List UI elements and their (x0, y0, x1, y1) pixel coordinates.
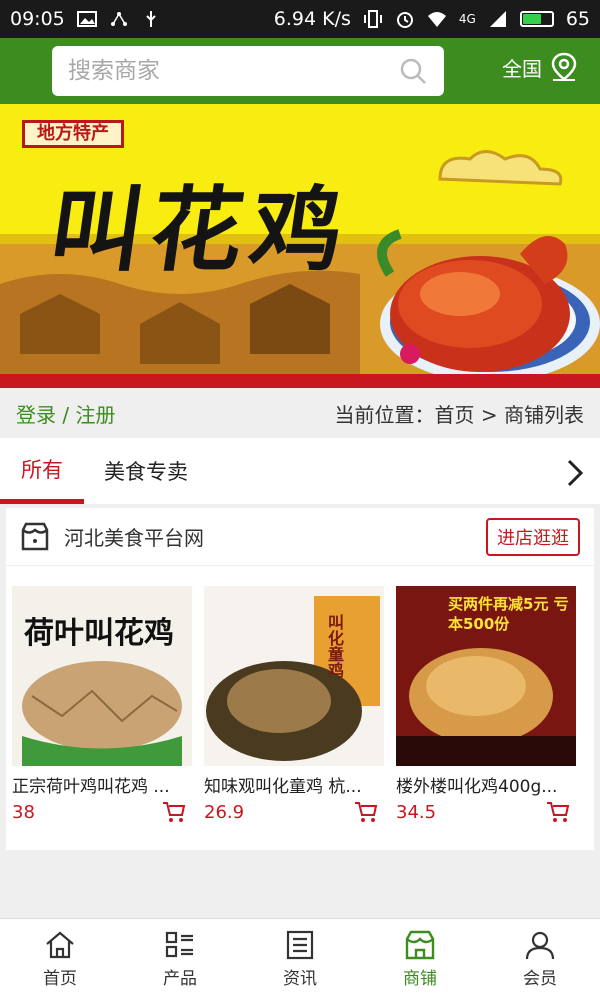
battery-level: 65 (565, 8, 590, 30)
product-card[interactable]: 叫化童鸡 知味观叫化童鸡 杭... 26.9 (204, 586, 384, 823)
wifi-icon (427, 12, 446, 27)
product-title[interactable]: 知味观叫化童鸡 杭... (204, 772, 384, 797)
product-title[interactable]: 楼外楼叫化鸡400g... (396, 772, 576, 797)
network-type: 4G (458, 12, 476, 26)
product-image[interactable]: 荷叶叫花鸡 (12, 586, 192, 766)
network-speed: 6.94 K/s (273, 8, 351, 30)
cart-icon[interactable] (162, 801, 186, 823)
product-price: 26.9 (204, 801, 245, 823)
shop-icon (405, 930, 435, 960)
status-time: 09:05 (10, 8, 65, 30)
share-notification-icon (110, 12, 127, 26)
product-card[interactable]: 荷叶叫花鸡 正宗荷叶鸡叫花鸡 ... 38 (12, 586, 192, 823)
alarm-icon (396, 12, 413, 28)
cart-icon[interactable] (354, 801, 378, 823)
vibrate-icon (363, 10, 382, 28)
promo-banner[interactable]: 地方特产 叫花鸡 (0, 104, 600, 388)
tabbar-shops[interactable]: 商铺 (360, 919, 480, 1000)
tab-food-store[interactable]: 美食专卖 (104, 438, 188, 504)
category-tabs: 所有 美食专卖 (0, 438, 600, 504)
search-box[interactable] (52, 46, 444, 96)
product-image-text: 荷叶叫花鸡 (24, 616, 174, 651)
tabbar-products[interactable]: 产品 (120, 919, 240, 1000)
home-icon (46, 931, 74, 959)
login-register-link[interactable]: 登录 / 注册 (16, 399, 115, 428)
shop-name[interactable]: 河北美食平台网 (64, 522, 204, 551)
image-notification-icon (76, 11, 97, 27)
banner-tag: 地方特产 (22, 120, 124, 148)
tabbar-label: 首页 (43, 969, 77, 989)
tabbar-news[interactable]: 资讯 (240, 919, 360, 1000)
product-price: 38 (12, 801, 35, 823)
tabbar-member[interactable]: 会员 (480, 919, 600, 1000)
roast-chicken-image (377, 229, 570, 372)
tabbar-home[interactable]: 首页 (0, 919, 120, 1000)
search-icon[interactable] (398, 56, 428, 86)
location-pin-icon (551, 52, 577, 81)
tabbar-label: 资讯 (283, 969, 317, 989)
battery-icon (519, 11, 554, 27)
region-selector[interactable]: 全国 (502, 52, 578, 82)
shop-header: 河北美食平台网 进店逛逛 (6, 508, 594, 566)
product-image[interactable]: 叫化童鸡 (204, 586, 384, 766)
region-label: 全国 (502, 56, 542, 81)
product-price: 34.5 (396, 801, 437, 823)
chevron-right-icon[interactable] (564, 458, 586, 488)
bottom-tab-bar: 首页 产品 资讯 商铺 会员 (0, 918, 600, 1000)
signal-icon (489, 11, 506, 27)
location-row: 登录 / 注册 当前位置：首页 > 商铺列表 (0, 388, 600, 438)
tabbar-label: 商铺 (403, 969, 437, 989)
product-list: 荷叶叫花鸡 正宗荷叶鸡叫花鸡 ... 38 叫化童鸡 知味观叫化童鸡 杭... … (6, 566, 594, 823)
shop-card: 河北美食平台网 进店逛逛 荷叶叫花鸡 正宗荷叶鸡叫花鸡 ... 38 叫化童鸡 … (6, 508, 594, 850)
top-header: 全国 (0, 38, 600, 104)
enter-shop-button[interactable]: 进店逛逛 (486, 517, 580, 556)
news-icon (286, 930, 314, 960)
product-image-text: 叫化童鸡 (325, 614, 344, 678)
product-grid-icon (165, 931, 193, 958)
product-image-text: 买两件再减5元 亏本500份 (448, 595, 569, 633)
member-icon (525, 931, 555, 960)
cart-icon[interactable] (546, 801, 570, 823)
search-input[interactable] (68, 58, 398, 84)
tabbar-label: 会员 (523, 969, 557, 989)
usb-icon (146, 11, 156, 27)
breadcrumb: 当前位置：首页 > 商铺列表 (334, 402, 584, 427)
banner-title: 叫花鸡 (43, 176, 359, 284)
product-title[interactable]: 正宗荷叶鸡叫花鸡 ... (12, 772, 192, 797)
product-image[interactable]: 买两件再减5元 亏本500份 (396, 586, 576, 766)
status-bar: 09:05 6.94 K/s 4G 65 (0, 0, 600, 38)
cloud-decoration-icon (438, 150, 563, 186)
store-icon (21, 522, 49, 550)
product-card[interactable]: 买两件再减5元 亏本500份 楼外楼叫化鸡400g... 34.5 (396, 586, 576, 823)
tab-all[interactable]: 所有 (0, 438, 84, 504)
tabbar-label: 产品 (163, 969, 197, 989)
